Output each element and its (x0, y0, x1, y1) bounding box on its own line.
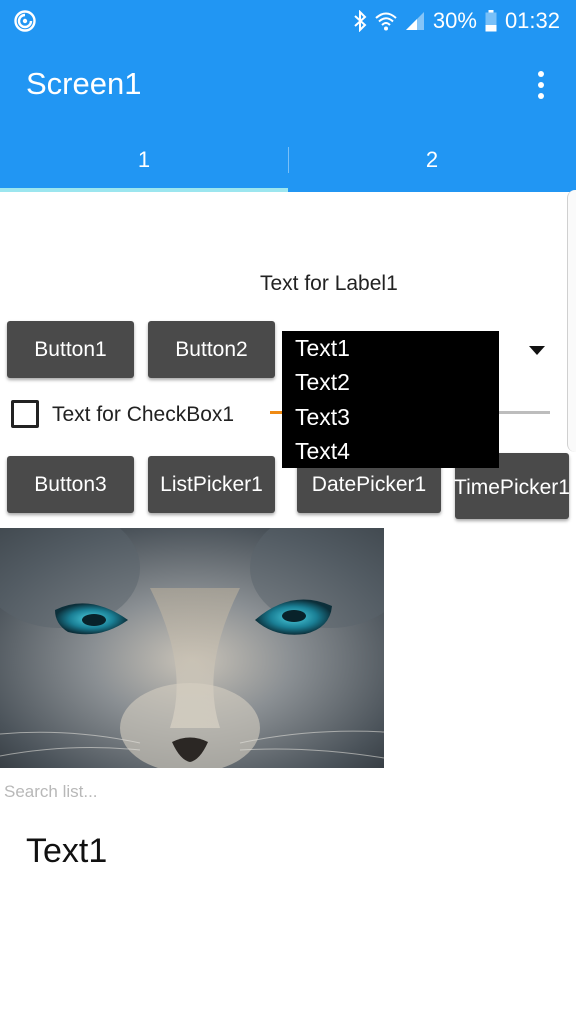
tab-divider (288, 147, 289, 173)
spinner-dropdown-icon[interactable] (529, 346, 545, 355)
status-bar: 30% 01:32 (0, 0, 576, 42)
checkbox1-label[interactable]: Text for CheckBox1 (52, 403, 234, 427)
app-notification-icon (14, 10, 36, 32)
spinner-option[interactable]: Text3 (282, 400, 499, 434)
search-input[interactable] (0, 778, 576, 806)
spinner-option[interactable]: Text1 (282, 331, 499, 365)
button3[interactable]: Button3 (7, 456, 134, 513)
label1: Text for Label1 (260, 272, 398, 295)
tab-1[interactable]: 1 (0, 128, 288, 192)
listpicker1[interactable]: ListPicker1 (148, 456, 275, 513)
spinner-option[interactable]: Text2 (282, 365, 499, 399)
battery-icon (485, 10, 497, 32)
button1[interactable]: Button1 (7, 321, 134, 378)
wifi-icon (375, 12, 397, 31)
cat-image (0, 528, 384, 768)
checkbox1[interactable] (11, 400, 39, 428)
tab-2[interactable]: 2 (288, 128, 576, 192)
list-item[interactable]: Text1 (26, 832, 107, 871)
app-bar: Screen1 (0, 42, 576, 128)
screen-title: Screen1 (26, 66, 142, 101)
bluetooth-icon (354, 10, 367, 32)
spinner-dropdown: Text1 Text2 Text3 Text4 (282, 331, 499, 468)
spinner-option[interactable]: Text4 (282, 434, 499, 468)
more-vert-icon[interactable] (526, 68, 556, 102)
scroll-edge (567, 190, 576, 452)
button2[interactable]: Button2 (148, 321, 275, 378)
signal-icon (405, 12, 424, 30)
clock: 01:32 (504, 8, 560, 33)
battery-percent: 30% (432, 8, 477, 33)
